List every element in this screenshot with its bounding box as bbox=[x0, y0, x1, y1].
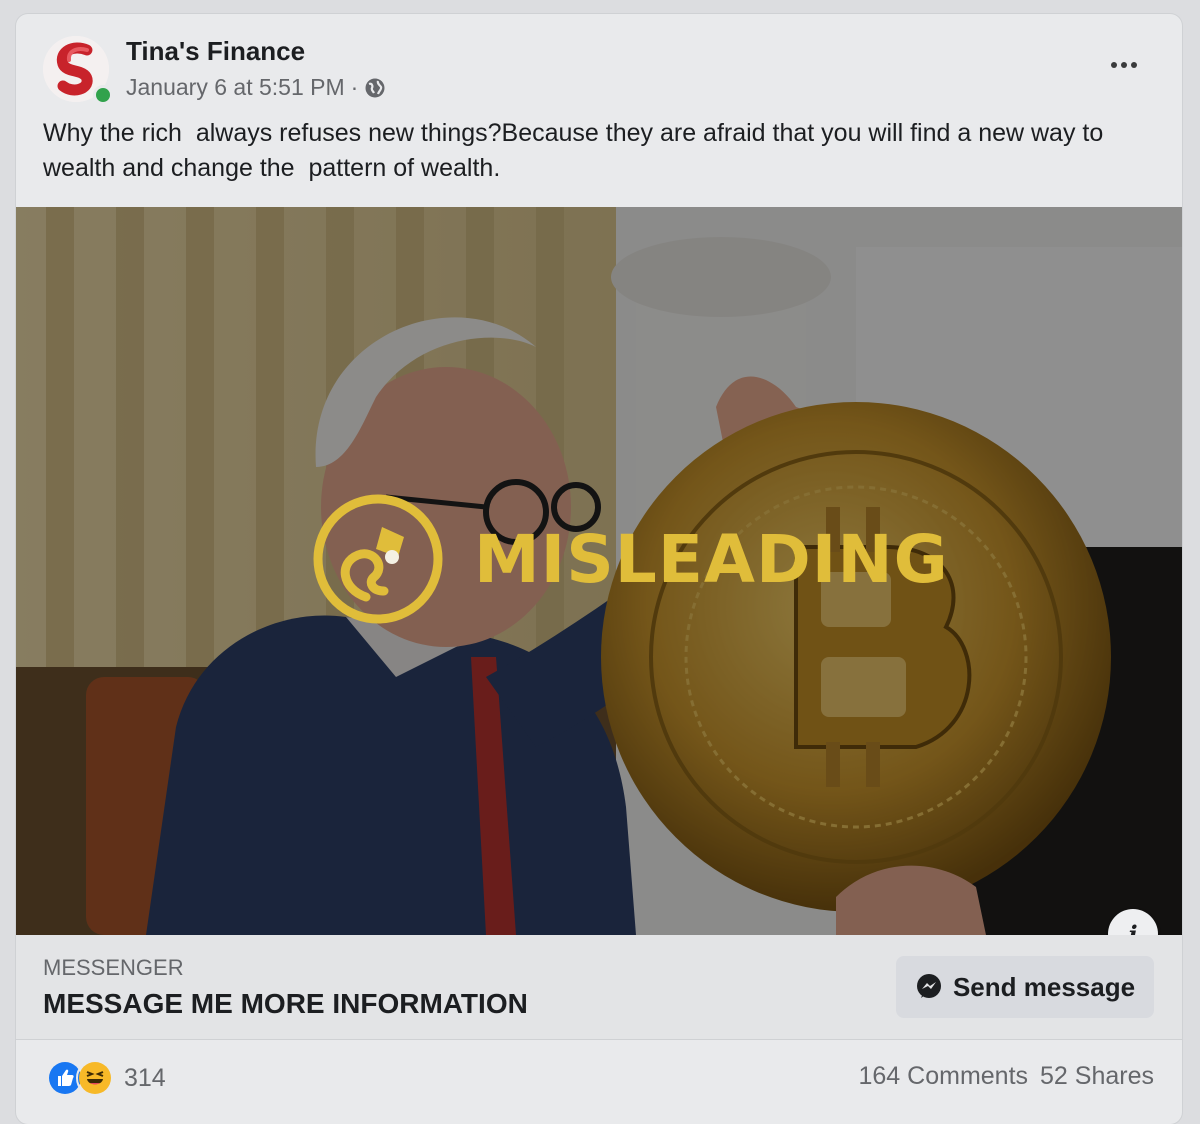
fact-check-label: MISLEADING bbox=[474, 520, 949, 598]
reaction-count: 314 bbox=[124, 1063, 166, 1092]
haha-icon bbox=[76, 1059, 114, 1097]
page-name[interactable]: Tina's Finance bbox=[126, 36, 305, 67]
post-card: Tina's Finance January 6 at 5:51 PM · Wh… bbox=[16, 14, 1182, 1124]
meta-separator: · bbox=[350, 74, 359, 100]
shares-count[interactable]: 52 Shares bbox=[1040, 1062, 1154, 1091]
comments-count[interactable]: 164 Comments bbox=[859, 1062, 1029, 1091]
reactions-summary[interactable]: 314 bbox=[46, 1059, 166, 1097]
post-timestamp[interactable]: January 6 at 5:51 PM bbox=[126, 74, 345, 101]
fact-check-badge[interactable]: MISLEADING bbox=[312, 493, 949, 625]
cta-bar[interactable]: MESSENGER MESSAGE ME MORE INFORMATION Se… bbox=[16, 935, 1182, 1040]
more-options-icon[interactable] bbox=[1104, 50, 1144, 80]
online-status-dot bbox=[93, 85, 113, 105]
post-image[interactable]: MISLEADING bbox=[16, 207, 1182, 935]
fact-check-logo-icon bbox=[313, 494, 443, 624]
globe-icon[interactable] bbox=[364, 77, 386, 99]
page-avatar[interactable] bbox=[43, 36, 113, 105]
post-footer: 314 164 Comments 52 Shares bbox=[16, 1040, 1182, 1124]
cta-title[interactable]: MESSAGE ME MORE INFORMATION bbox=[43, 988, 528, 1020]
engagement-stats: 164 Comments 52 Shares bbox=[859, 1062, 1155, 1091]
send-message-button[interactable]: Send message bbox=[896, 956, 1154, 1018]
post-meta: January 6 at 5:51 PM · bbox=[126, 74, 386, 101]
cta-source: MESSENGER bbox=[43, 955, 184, 980]
messenger-icon bbox=[916, 974, 941, 998]
post-text: Why the rich always refuses new things?B… bbox=[43, 119, 1111, 182]
send-message-label: Send message bbox=[952, 971, 1136, 1002]
